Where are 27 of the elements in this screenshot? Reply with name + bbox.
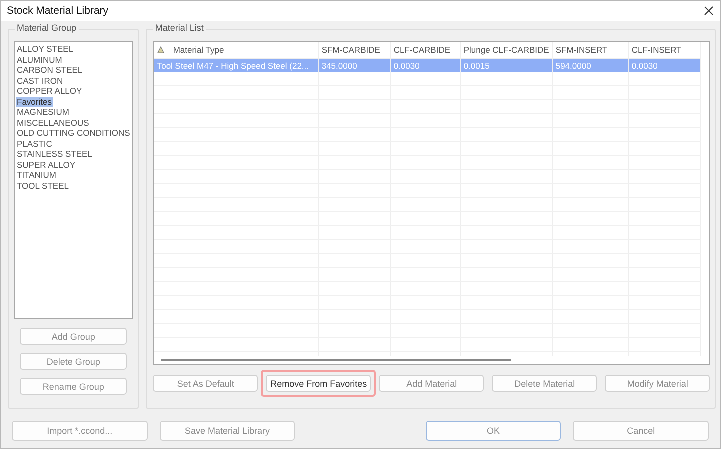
list-item[interactable]: ALLOY STEEL — [16, 44, 75, 54]
close-icon[interactable] — [704, 6, 714, 16]
list-item[interactable]: MAGNESIUM — [16, 107, 70, 118]
list-item[interactable]: SUPER ALLOY — [16, 160, 77, 170]
list-item[interactable]: CARBON STEEL — [16, 65, 84, 76]
action-button[interactable]: Remove From Favorites — [266, 375, 372, 392]
table-cell: 594.0000 — [552, 58, 628, 72]
table-cell: 345.0000 — [318, 58, 390, 72]
table-cell: 0.0030 — [390, 58, 460, 72]
sort-icon — [157, 46, 166, 54]
list-item[interactable]: STAINLESS STEEL — [16, 149, 94, 160]
list-item[interactable]: MISCELLANEOUS — [16, 118, 90, 128]
group-title: Material List — [153, 23, 206, 33]
list-item[interactable]: PLASTIC — [16, 138, 54, 149]
group-title: Material Group — [15, 23, 79, 33]
table-cell: 0.0015 — [460, 58, 552, 72]
list-item[interactable]: ALUMINUM — [16, 54, 64, 65]
window-title: Stock Material Library — [7, 5, 109, 17]
scrollbar-thumb[interactable] — [161, 359, 512, 361]
list-item[interactable]: TOOL STEEL — [16, 180, 70, 191]
table-cell: 0.0030 — [628, 58, 700, 72]
list-item[interactable]: COPPER ALLOY — [16, 86, 84, 96]
list-item[interactable]: TITANIUM — [16, 170, 58, 180]
list-item[interactable]: CAST IRON — [16, 76, 64, 86]
list-item[interactable]: Favorites — [16, 96, 53, 107]
list-item[interactable]: OLD CUTTING CONDITIONS — [16, 128, 132, 138]
table-cell: Tool Steel M47 - High Speed Steel (22... — [154, 58, 318, 72]
